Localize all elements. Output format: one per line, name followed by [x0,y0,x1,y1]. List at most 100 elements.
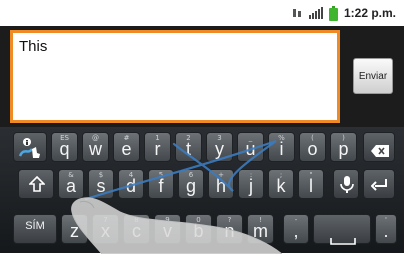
key-m[interactable]: ! m [247,214,274,244]
key-a[interactable]: & a [58,169,84,199]
key-t-label: t [185,139,191,159]
key-v[interactable]: 9v [154,214,181,244]
keyboard: ES q @ w # e 1 r 2 t 3 y _ u% i(o) p & a $ s 4 d 5 f 6 g + h: j; k " l [0,127,404,253]
key-e-alt: # [123,134,130,142]
send-button[interactable]: Enviar [353,58,393,94]
key-f-label: f [158,176,164,196]
key-r-alt: 1 [155,134,160,142]
key-u-alt: _ [248,134,253,142]
key-u[interactable]: _ u [237,132,264,162]
key-c[interactable]: 8c [123,214,150,244]
key-q-alt: ES [60,134,69,142]
period-key-alt: ' [385,216,387,224]
screen: 1:22 p.m. This Enviar ES q @ w # e 1 r 2 t 3 y _ u% i(… [0,0,404,254]
key-l[interactable]: " l [298,169,324,199]
key-g-alt: 6 [188,171,194,179]
key-s[interactable]: $ s [88,169,114,199]
backspace-key[interactable] [363,132,395,162]
key-m-label: m [253,221,268,241]
key-y[interactable]: 3y [206,132,233,162]
key-t[interactable]: 2t [175,132,202,162]
comma-key[interactable]: - , [283,214,309,244]
key-i-alt: % [278,134,285,142]
key-w-alt: @ [92,134,99,142]
key-b-alt: 0 [196,216,201,224]
key-p-label: p [338,139,349,159]
key-o-label: o [307,139,318,159]
key-r[interactable]: 1r [144,132,171,162]
key-v-alt: 9 [165,216,170,224]
swype-info-icon [18,137,44,163]
microphone-key[interactable] [333,169,359,199]
key-q-label: q [59,139,70,159]
key-c-alt: 8 [134,216,139,224]
key-d[interactable]: 4d [118,169,144,199]
key-x[interactable]: 7x [92,214,119,244]
key-r-label: r [154,139,161,159]
key-v-label: v [163,221,172,241]
key-c-label: c [132,221,141,241]
key-h-alt: + [218,171,224,179]
key-k-label: k [276,176,286,196]
shift-key[interactable] [18,169,54,199]
key-k-alt: ; [279,171,283,179]
key-q[interactable]: ES q [51,132,78,162]
key-x-alt: 7 [103,216,108,224]
key-o[interactable]: (o [299,132,326,162]
key-l-alt: " [309,171,313,179]
status-bar: 1:22 p.m. [0,0,404,26]
key-d-label: d [125,176,136,196]
space-icon [330,231,356,250]
key-d-alt: 4 [128,171,134,179]
period-key-label: . [383,221,389,241]
key-y-alt: 3 [217,134,222,142]
status-clock: 1:22 p.m. [343,6,396,20]
message-text: This [19,38,48,55]
key-j-alt: : [249,171,253,179]
key-w-label: w [89,139,102,159]
key-s-alt: $ [98,171,104,179]
key-g-label: g [185,176,196,196]
key-z[interactable]: z [61,214,88,244]
key-f[interactable]: 5f [148,169,174,199]
status-icons: 1:22 p.m. [291,4,396,22]
shift-icon [28,175,46,196]
key-m-alt: ! [259,216,262,224]
key-o-alt: ( [311,134,314,142]
message-input[interactable]: This [10,30,340,123]
key-y-label: y [215,139,224,159]
key-w[interactable]: @ w [82,132,109,162]
key-z-label: z [70,221,79,241]
key-s-label: s [96,176,106,196]
key-j-label: j [249,176,253,196]
key-p[interactable]: ) p [330,132,357,162]
comma-key-label: , [293,221,299,241]
key-u-label: u [245,139,256,159]
usb-icon [291,7,303,19]
key-j[interactable]: :j [238,169,264,199]
signal-icon [308,7,323,19]
key-k[interactable]: ; k [268,169,294,199]
battery-icon [328,5,338,21]
key-e-label: e [121,139,132,159]
swype-info-key[interactable] [13,132,47,162]
key-b[interactable]: 0b [185,214,212,244]
key-n-alt: ? [227,216,232,224]
enter-key[interactable] [363,169,395,199]
key-b-label: b [193,221,204,241]
period-key[interactable]: ' . [375,214,397,244]
key-i-label: i [279,139,284,159]
key-l-label: l [309,176,313,196]
symbols-key-label: SÍM [25,220,45,232]
key-h[interactable]: + h [208,169,234,199]
key-a-alt: & [68,171,74,179]
space-key[interactable] [313,214,371,245]
key-n[interactable]: ? n [216,214,243,244]
key-i[interactable]: % i [268,132,295,162]
key-e[interactable]: # e [113,132,140,162]
key-g[interactable]: 6g [178,169,204,199]
symbols-key[interactable]: SÍM [13,214,57,244]
microphone-icon [340,176,354,198]
enter-icon [370,178,389,197]
backspace-icon [371,142,389,161]
